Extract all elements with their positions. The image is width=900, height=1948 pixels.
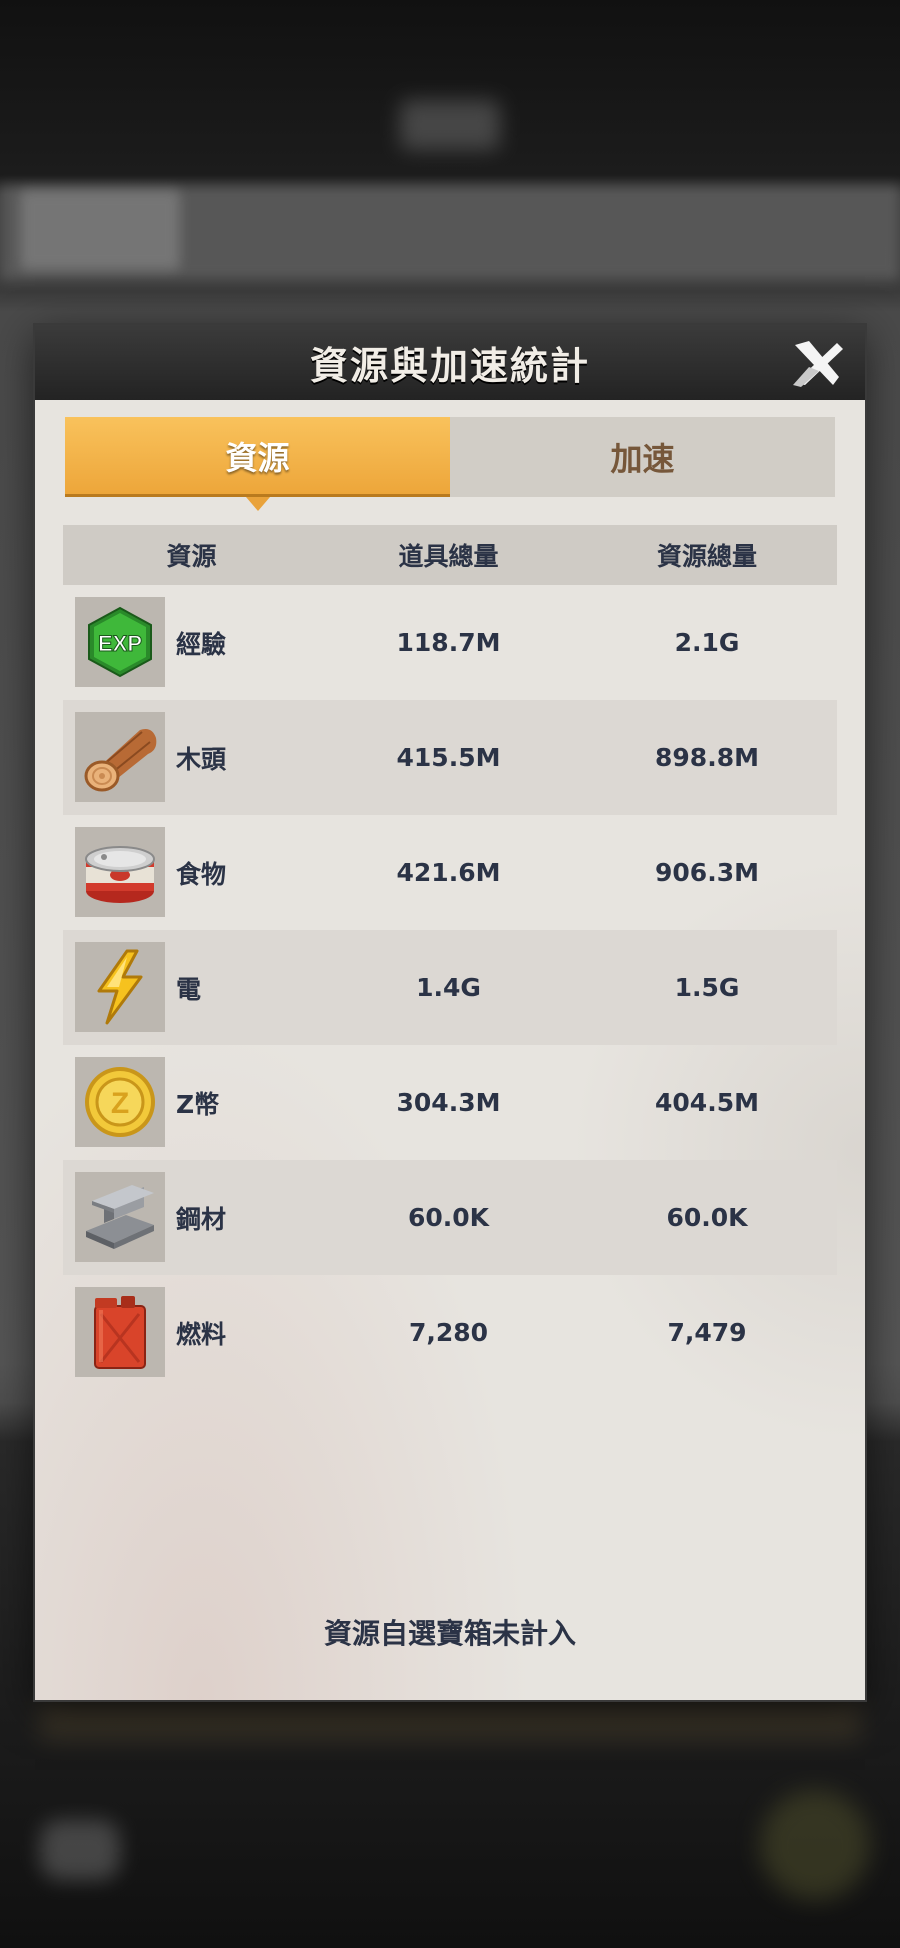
column-header-resource: 資源 xyxy=(166,542,217,571)
wood-log-icon xyxy=(84,729,157,792)
tab-bar: 資源 加速 xyxy=(65,417,835,511)
resource-icon-box: EXP xyxy=(75,597,165,687)
resource-icon-box xyxy=(75,712,165,802)
svg-text:Z: Z xyxy=(111,1087,129,1120)
steel-beam-icon xyxy=(86,1185,154,1249)
background-tab-blur xyxy=(20,190,180,270)
resource-total-value: 7,479 xyxy=(667,1318,747,1347)
resource-stats-dialog: 資源與加速統計 資源 加速 資源 道具總量 資源總量 EXP 經驗 118.7M… xyxy=(35,325,865,1700)
resource-name: 食物 xyxy=(176,859,227,889)
footer-note: 資源自選寶箱未計入 xyxy=(323,1617,576,1650)
item-total-value: 7,280 xyxy=(408,1318,489,1347)
column-header-resource-total: 資源總量 xyxy=(656,542,757,571)
table-row: 燃料 7,280 7,479 xyxy=(63,1275,837,1390)
tab-speedups[interactable]: 加速 xyxy=(450,417,835,497)
fuel-jerrycan-icon xyxy=(94,1296,146,1369)
resource-name: Z幣 xyxy=(176,1089,220,1119)
resource-name: 木頭 xyxy=(176,744,227,774)
item-total-value: 60.0K xyxy=(407,1203,490,1232)
background-bottom-row-blur xyxy=(40,1700,860,1740)
resource-total-value: 1.5G xyxy=(674,973,740,1002)
resource-total-value: 2.1G xyxy=(674,628,740,657)
column-header-item-total: 道具總量 xyxy=(398,542,499,571)
resource-total-value: 898.8M xyxy=(655,743,759,772)
resource-total-value: 60.0K xyxy=(666,1203,748,1232)
resource-total-value: 906.3M xyxy=(655,858,759,887)
resource-icon-box xyxy=(75,1172,165,1262)
close-button[interactable] xyxy=(789,337,845,389)
item-total-value: 1.4G xyxy=(416,973,481,1002)
table-row: 電 1.4G 1.5G xyxy=(63,930,837,1045)
table-row: 鋼材 60.0K 60.0K xyxy=(63,1160,837,1275)
background-ring-blur xyxy=(760,1790,870,1900)
dialog-title: 資源與加速統計 xyxy=(309,344,590,388)
item-total-value: 304.3M xyxy=(396,1088,501,1117)
resource-icon-box xyxy=(75,1287,165,1377)
resource-icon-box xyxy=(75,827,165,917)
resource-total-value: 404.5M xyxy=(655,1088,759,1117)
lightning-icon xyxy=(97,949,143,1025)
item-total-value: 118.7M xyxy=(396,628,501,657)
table-row: 木頭 415.5M 898.8M xyxy=(63,700,837,815)
svg-text:EXP: EXP xyxy=(98,631,142,656)
resource-name: 經驗 xyxy=(176,629,227,659)
tab-resources[interactable]: 資源 xyxy=(65,417,450,511)
resource-name: 鋼材 xyxy=(176,1204,227,1234)
table-header: 資源 道具總量 資源總量 xyxy=(63,525,837,585)
background-chat-icon-blur xyxy=(40,1820,120,1880)
z-coin-icon: Z xyxy=(85,1067,155,1137)
exp-hexagon-icon: EXP xyxy=(88,606,152,678)
background-title-blur xyxy=(400,100,500,150)
item-total-value: 415.5M xyxy=(396,743,501,772)
table-row: EXP 經驗 118.7M 2.1G xyxy=(63,585,837,700)
table-row: 食物 421.6M 906.3M xyxy=(63,815,837,930)
resource-icon-box: Z xyxy=(75,1057,165,1147)
dialog-header: 資源與加速統計 xyxy=(35,325,865,400)
food-can-icon xyxy=(85,846,155,903)
close-icon xyxy=(793,341,843,387)
item-total-value: 421.6M xyxy=(396,858,501,887)
resource-table: 資源 道具總量 資源總量 EXP 經驗 118.7M 2.1G 木頭 415.5… xyxy=(63,525,837,1390)
resource-name: 燃料 xyxy=(176,1319,227,1349)
table-row: Z Z幣 304.3M 404.5M xyxy=(63,1045,837,1160)
resource-icon-box xyxy=(75,942,165,1032)
resource-name: 電 xyxy=(176,974,202,1004)
